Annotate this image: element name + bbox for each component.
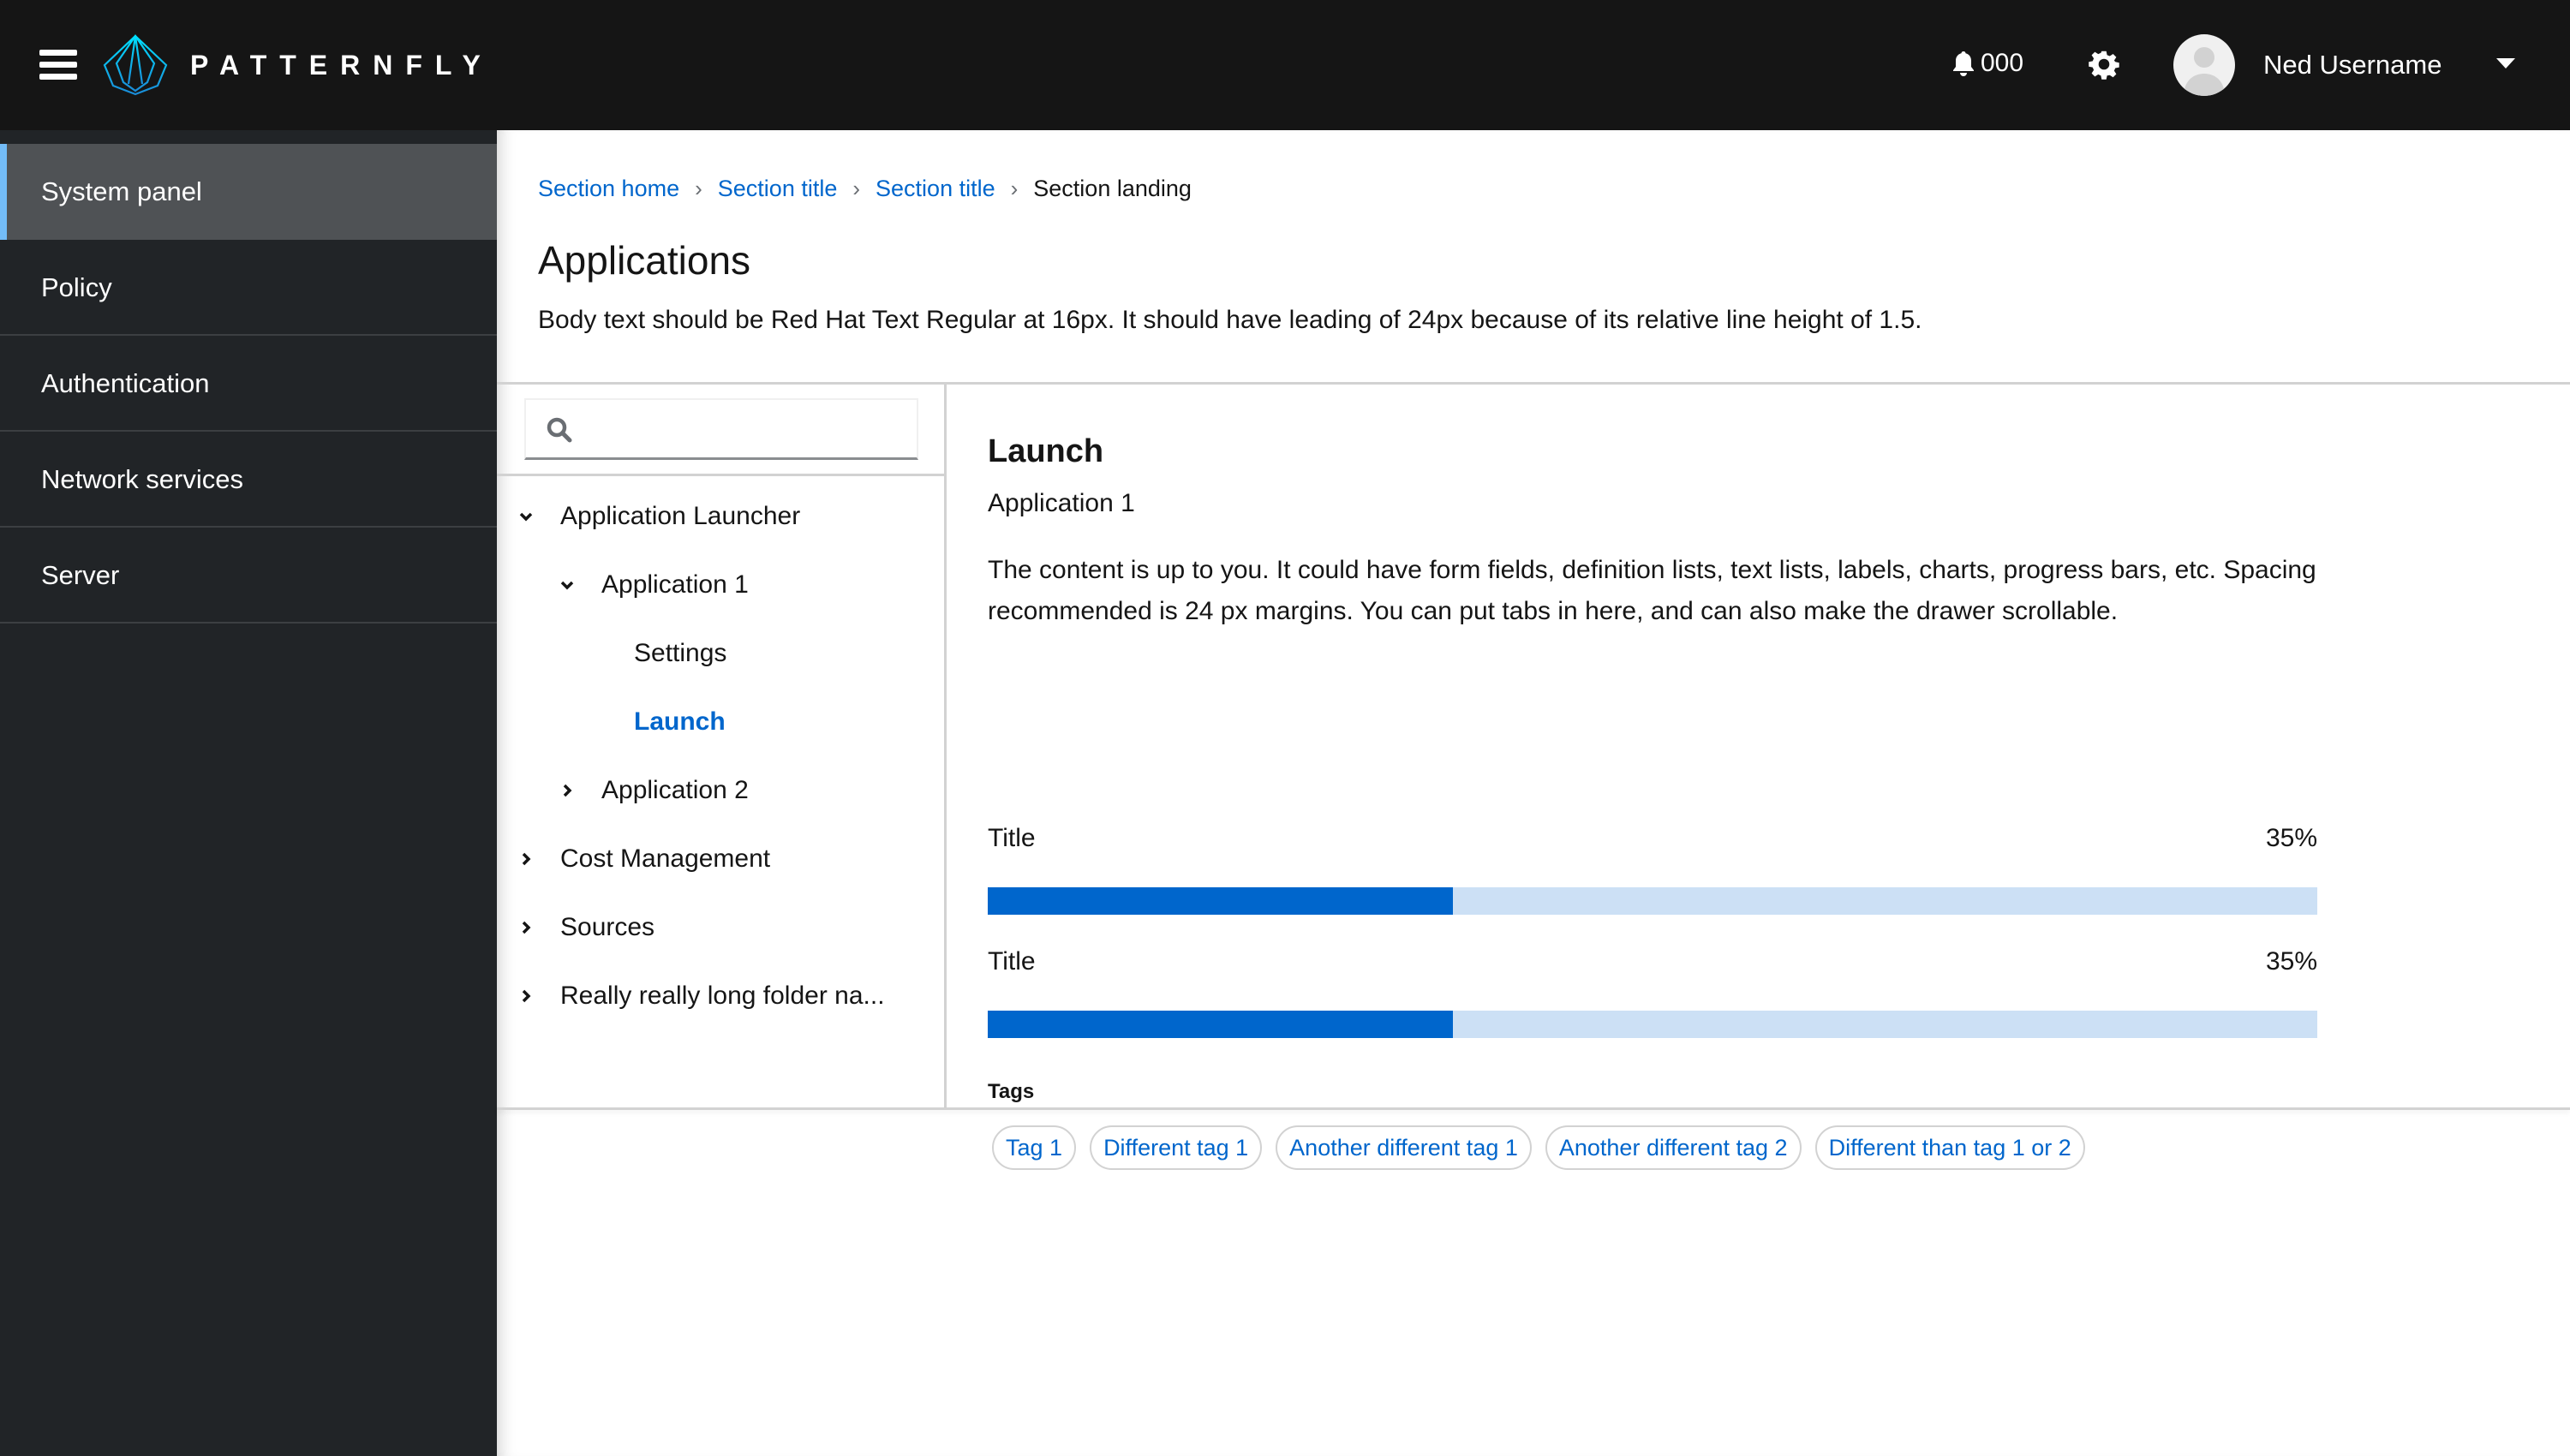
tree-item-application-2[interactable]: Application 2 — [497, 765, 942, 816]
progress-track — [988, 887, 2317, 915]
breadcrumb-current: Section landing — [1033, 176, 1192, 201]
tags-label: Tags — [988, 1080, 1035, 1103]
tag-group: Tag 1 Different tag 1 Another different … — [992, 1125, 2085, 1170]
panel-bottom-divider — [497, 1107, 2570, 1110]
tree-item-label: Launch — [634, 707, 726, 736]
sidebar-item-system-panel[interactable]: System panel — [0, 144, 497, 240]
sidebar-item-label: Policy — [41, 272, 112, 302]
chevron-right-icon[interactable] — [517, 919, 535, 936]
chevron-down-icon[interactable] — [517, 508, 535, 525]
sidebar-item-policy[interactable]: Policy — [0, 240, 497, 336]
sidebar-item-label: Authentication — [41, 368, 210, 398]
sidebar-item-authentication[interactable]: Authentication — [0, 336, 497, 432]
tree-item-settings[interactable]: Settings — [497, 628, 942, 679]
detail-description: The content is up to you. It could have … — [988, 556, 2316, 625]
breadcrumb-separator-icon: › — [852, 176, 861, 201]
sidebar-item-label: Server — [41, 560, 120, 590]
tree-view-panel: Application Launcher Application 1 Setti… — [497, 385, 947, 1107]
notifications-count: 000 — [1981, 49, 2024, 77]
tree-item-label: Application 1 — [601, 570, 749, 599]
gear-icon[interactable] — [2087, 48, 2121, 82]
patternfly-logo-icon — [103, 34, 168, 96]
breadcrumb-separator-icon: › — [695, 176, 702, 201]
progress-value: 35% — [2265, 947, 2317, 976]
tag-chip[interactable]: Different than tag 1 or 2 — [1814, 1125, 2085, 1170]
progress-value: 35% — [2265, 824, 2317, 852]
breadcrumb: Section home › Section title › Section t… — [538, 171, 1192, 206]
notifications-button[interactable]: 000 — [1951, 46, 2023, 81]
tag-chip[interactable]: Different tag 1 — [1090, 1125, 1263, 1170]
caret-down-icon[interactable] — [2496, 58, 2515, 69]
tree-item-label: Application 2 — [601, 776, 749, 804]
tree-item-label: Settings — [634, 639, 727, 667]
tree-item-application-1[interactable]: Application 1 — [497, 559, 942, 611]
breadcrumb-link-section-title-2[interactable]: Section title — [876, 171, 995, 206]
tree-item-label: Cost Management — [560, 844, 771, 873]
progress-title: Title — [988, 947, 1036, 976]
tree-item-label: Sources — [560, 913, 655, 941]
sidebar-item-network-services[interactable]: Network services — [0, 432, 497, 528]
tree-item-label: Application Launcher — [560, 502, 801, 530]
tree-item-sources[interactable]: Sources — [497, 902, 942, 953]
avatar-icon — [2184, 47, 2225, 96]
chevron-down-icon[interactable] — [559, 576, 576, 594]
tree-item-launch[interactable]: Launch — [497, 696, 942, 748]
detail-panel: Launch Application 1 The content is up t… — [949, 385, 2570, 1170]
sidebar-item-label: System panel — [41, 176, 202, 206]
progress-fill — [988, 887, 1454, 915]
tree-item-long-folder[interactable]: Really really long folder na... — [497, 970, 942, 1022]
tree-divider — [497, 474, 947, 476]
tag-chip[interactable]: Tag 1 — [992, 1125, 1077, 1170]
breadcrumb-separator-icon: › — [1010, 176, 1019, 201]
main-content: Section home › Section title › Section t… — [497, 130, 2570, 1456]
detail-title: Launch — [988, 433, 1104, 469]
sidebar-nav: System panel Policy Authentication Netwo… — [0, 130, 497, 1456]
bell-icon — [1953, 51, 1974, 76]
search-icon — [547, 417, 572, 443]
sidebar-item-label: Network services — [41, 464, 243, 494]
chevron-right-icon[interactable] — [559, 782, 576, 799]
progress-track — [988, 1011, 2317, 1038]
tree-item-cost-management[interactable]: Cost Management — [497, 833, 942, 885]
page-title: Applications — [538, 238, 751, 283]
tag-chip[interactable]: Another different tag 1 — [1276, 1125, 1532, 1170]
search-field[interactable] — [524, 398, 918, 460]
detail-subtitle: Application 1 — [988, 489, 1135, 517]
chevron-right-icon[interactable] — [517, 850, 535, 868]
tree-item-label: Really really long folder na... — [560, 982, 885, 1010]
masthead: PATTERNFLY 000 Ned Username — [0, 0, 2570, 130]
tag-chip[interactable]: Another different tag 2 — [1545, 1125, 1802, 1170]
sidebar-item-server[interactable]: Server — [0, 528, 497, 624]
tree-item-application-launcher[interactable]: Application Launcher — [497, 491, 942, 542]
breadcrumb-link-section-title[interactable]: Section title — [718, 171, 838, 206]
page-description: Body text should be Red Hat Text Regular… — [538, 306, 1922, 334]
progress-title: Title — [988, 824, 1036, 852]
user-menu-toggle[interactable]: Ned Username — [2263, 46, 2442, 84]
search-input[interactable] — [586, 407, 903, 451]
chevron-right-icon[interactable] — [517, 988, 535, 1005]
progress-fill — [988, 1011, 1454, 1038]
breadcrumb-link-section-home[interactable]: Section home — [538, 171, 679, 206]
hamburger-icon[interactable] — [39, 50, 77, 81]
brand-name: PATTERNFLY — [190, 50, 493, 81]
avatar[interactable] — [2173, 34, 2235, 96]
